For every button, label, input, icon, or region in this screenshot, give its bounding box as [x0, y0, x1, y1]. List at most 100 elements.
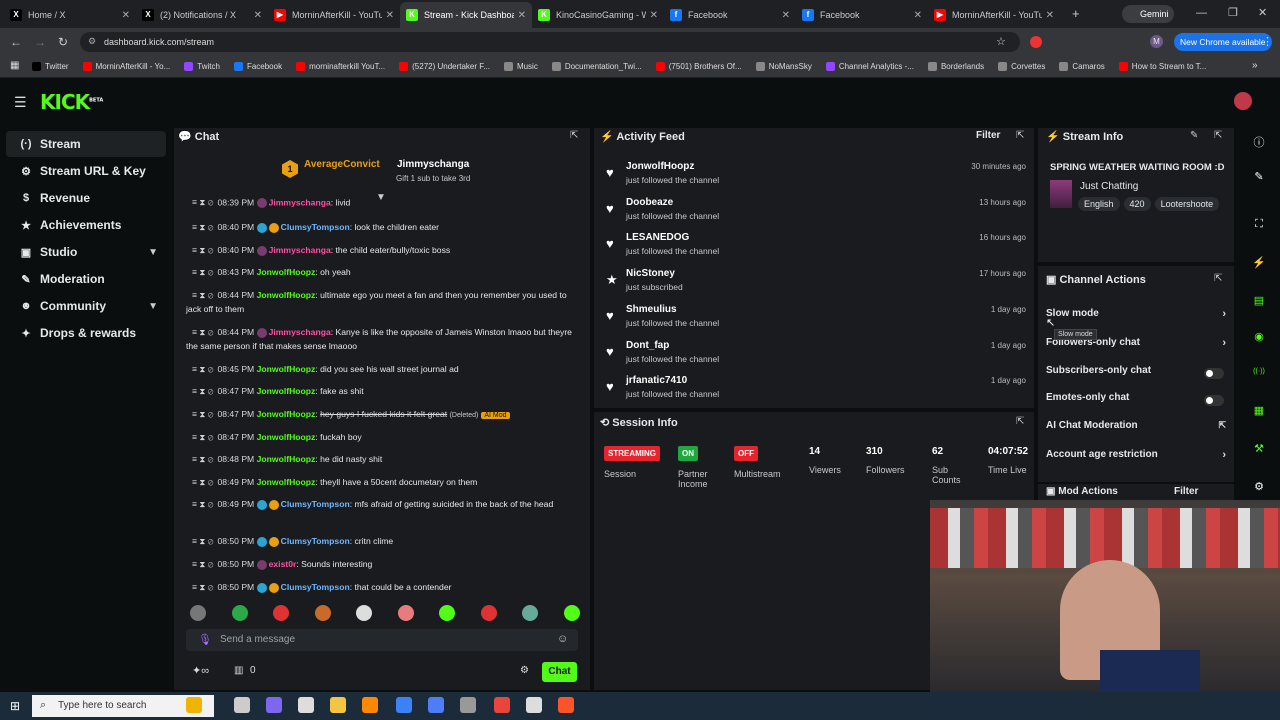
clipboard-icon[interactable]: ▤ — [1240, 294, 1278, 324]
reload-icon[interactable]: ↻ — [58, 35, 68, 49]
chat-username[interactable]: exist0r — [269, 559, 297, 569]
channel-action-slow-mode[interactable]: Slow mode › — [1046, 308, 1230, 328]
close-tab-icon[interactable]: ✕ — [254, 10, 262, 21]
settings-icon[interactable]: ⚙ — [1240, 480, 1278, 510]
emote-icon[interactable] — [356, 605, 372, 621]
chat-username[interactable]: Jimmyschanga — [269, 198, 331, 207]
activity-filter-button[interactable]: Filter — [976, 130, 1000, 141]
extension-icon[interactable] — [1030, 36, 1042, 48]
bookmark-item[interactable]: Facebook — [233, 62, 282, 71]
stream-tag[interactable]: English — [1078, 197, 1120, 211]
bookmark-item[interactable]: Music — [503, 62, 538, 71]
emoji-icon[interactable]: ☺ — [557, 633, 568, 645]
sidebar-item-revenue[interactable]: $ Revenue — [6, 185, 166, 211]
chat-username[interactable]: JonwolfHoopz — [257, 290, 316, 300]
activity-username[interactable]: Doobeaze — [626, 197, 673, 208]
gemini-button[interactable]: Gemini — [1122, 5, 1174, 23]
chat-username[interactable]: ClumsyTompson — [281, 536, 350, 546]
task-view-icon[interactable] — [234, 697, 250, 713]
bookmark-item[interactable]: (5272) Undertaker F... — [399, 62, 490, 71]
url-bar[interactable]: dashboard.kick.com/stream — [80, 32, 1020, 52]
chat-username[interactable]: JonwolfHoopz — [257, 432, 316, 442]
user-avatar[interactable] — [1234, 92, 1252, 110]
brave-icon[interactable] — [558, 697, 574, 713]
edit-icon[interactable]: ✎ — [1240, 170, 1278, 200]
close-tab-icon[interactable]: ✕ — [386, 10, 394, 21]
chat-username[interactable]: JonwolfHoopz — [257, 477, 316, 487]
stream-category[interactable]: Just Chatting — [1080, 181, 1138, 192]
send-chat-button[interactable]: Chat — [542, 662, 577, 682]
bookmark-item[interactable]: (7501) Brothers Of... — [655, 62, 742, 71]
popout-stream-info-icon[interactable]: ⇱ — [1214, 130, 1222, 141]
app-icon[interactable] — [460, 697, 476, 713]
mod-tools-icons[interactable]: ≡ ⧗ ⊘ — [186, 536, 213, 546]
mod-tools-icons[interactable]: ≡ ⧗ ⊘ — [186, 454, 213, 464]
chat-username[interactable]: ClumsyTompson — [281, 582, 350, 592]
channel-action-emotes-only-chat[interactable]: Emotes-only chat — [1046, 392, 1230, 412]
chat-username[interactable]: JonwolfHoopz — [257, 364, 316, 374]
chat-username[interactable]: ClumsyTompson — [281, 222, 350, 232]
browser-tab[interactable]: f Facebook ✕ — [664, 2, 796, 28]
media-icon[interactable]: ▦ — [1240, 404, 1278, 434]
mod-tools-icons[interactable]: ≡ ⧗ ⊘ — [186, 409, 213, 419]
info-icon[interactable]: ⓘ — [1240, 134, 1278, 164]
close-tab-icon[interactable]: ✕ — [782, 10, 790, 21]
external-link-icon[interactable]: ⇱ — [1218, 420, 1226, 431]
close-tab-icon[interactable]: ✕ — [122, 10, 130, 21]
chevron-right-icon[interactable]: › — [1222, 449, 1226, 461]
chevron-down-icon[interactable]: ▼ — [148, 301, 158, 312]
mod-tools-icons[interactable]: ≡ ⧗ ⊘ — [186, 582, 213, 592]
minimize-icon[interactable]: — — [1196, 7, 1207, 19]
mod-filter-button[interactable]: Filter — [1174, 486, 1198, 497]
bookmark-item[interactable]: MorninAfterKill - Yo... — [82, 62, 170, 71]
activity-username[interactable]: jrfanatic7410 — [626, 375, 687, 386]
mod-tools-icons[interactable]: ≡ ⧗ ⊘ — [186, 198, 213, 207]
sidebar-item-achievements[interactable]: ★ Achievements — [6, 212, 166, 238]
bookmark-item[interactable]: Borderlands — [927, 62, 984, 71]
emote-icon[interactable] — [439, 605, 455, 621]
windows-start-icon[interactable]: ⊞ — [10, 699, 20, 713]
mod-tools-icons[interactable]: ≡ ⧗ ⊘ — [186, 364, 213, 374]
copilot-icon[interactable] — [266, 697, 282, 713]
mod-tools-icons[interactable]: ≡ ⧗ ⊘ — [186, 222, 213, 232]
chat-username[interactable]: ClumsyTompson — [281, 499, 350, 509]
popout-channel-actions-icon[interactable]: ⇱ — [1214, 273, 1222, 284]
sidebar-item-studio[interactable]: ▣ Studio ▼ — [6, 239, 166, 265]
mod-tools-icons[interactable]: ≡ ⧗ ⊘ — [186, 245, 213, 255]
app-icon[interactable] — [396, 697, 412, 713]
emote-icon[interactable] — [231, 605, 248, 621]
mod-tools-icons[interactable]: ≡ ⧗ ⊘ — [186, 386, 213, 396]
pinned-user-1[interactable]: AverageConvict — [304, 159, 380, 170]
site-info-icon[interactable]: ⚙ — [88, 36, 96, 47]
toggle-switch[interactable] — [1204, 395, 1224, 406]
bookmark-item[interactable]: Documentation_Twi... — [551, 62, 642, 71]
sidebar-item-moderation[interactable]: ✎ Moderation — [6, 266, 166, 292]
app-icon[interactable] — [428, 697, 444, 713]
bookmark-item[interactable]: Channel Analytics -... — [825, 62, 914, 71]
bookmark-item[interactable]: morninafterkill YouT... — [296, 62, 385, 71]
chat-username[interactable]: JonwolfHoopz — [257, 409, 316, 419]
chat-username[interactable]: JonwolfHoopz — [257, 454, 316, 464]
emote-icon[interactable] — [273, 605, 289, 621]
browser-tab[interactable]: X Home / X ✕ — [4, 2, 136, 28]
obs-icon[interactable] — [298, 697, 314, 713]
mod-tools-icons[interactable]: ≡ ⧗ ⊘ — [186, 432, 213, 442]
activity-username[interactable]: LESANEDOG — [626, 232, 689, 243]
channel-points-icon[interactable]: ✦∞ — [192, 664, 209, 677]
file-explorer-icon[interactable] — [330, 697, 346, 713]
bookmark-item[interactable]: Twitch — [184, 62, 220, 71]
bookmark-item[interactable]: Camaros — [1059, 62, 1105, 71]
bookmark-item[interactable]: Corvettes — [998, 62, 1045, 71]
chat-username[interactable]: JonwolfHoopz — [257, 267, 316, 277]
emote-icon[interactable] — [397, 605, 414, 621]
close-tab-icon[interactable]: ✕ — [650, 10, 658, 21]
browser-tab[interactable]: ▶ MorninAfterKill - YouTu ✕ — [268, 2, 400, 28]
fullscreen-icon[interactable]: ⛶ — [1240, 218, 1278, 248]
edit-stream-icon[interactable]: ✎ — [1190, 130, 1198, 141]
mod-tools-icons[interactable]: ≡ ⧗ ⊘ — [186, 267, 213, 277]
new-tab-button[interactable]: + — [1072, 6, 1080, 21]
bookmarks-overflow-icon[interactable]: » — [1252, 60, 1258, 71]
bookmark-star-icon[interactable]: ☆ — [996, 35, 1006, 48]
chat-bubble-icon[interactable]: ◉ — [1240, 330, 1278, 360]
emote-icon[interactable] — [563, 605, 580, 621]
